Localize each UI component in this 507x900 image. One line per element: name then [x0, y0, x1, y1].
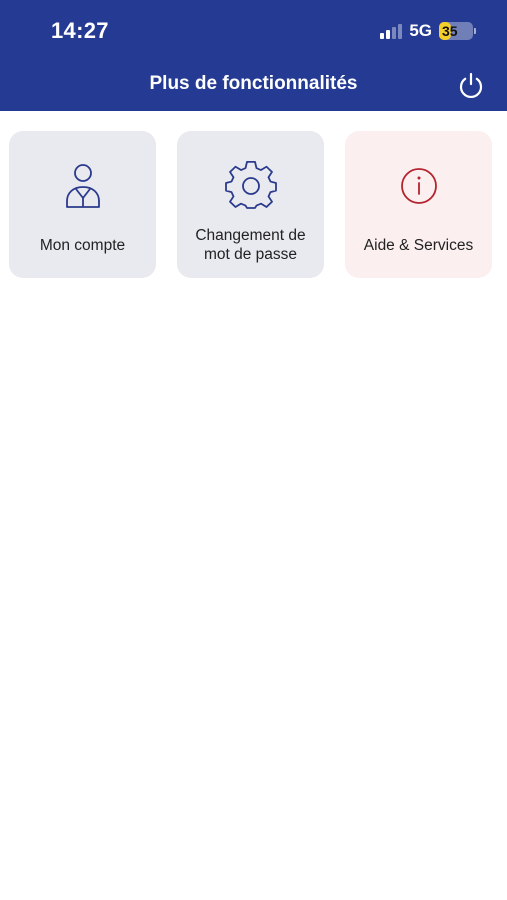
battery-nub — [474, 28, 476, 34]
tile-label: Aide & Services — [363, 236, 474, 254]
battery-level: 35 — [442, 23, 458, 39]
tile-changement-mot-de-passe[interactable]: Changement de mot de passe — [177, 131, 324, 278]
tile-label: Changement de mot de passe — [195, 227, 306, 263]
status-time: 14:27 — [51, 18, 109, 43]
gear-icon — [224, 160, 277, 212]
user-icon — [57, 160, 109, 212]
tile-mon-compte[interactable]: Mon compte — [9, 131, 156, 278]
power-icon — [459, 72, 483, 99]
tile-aide-services[interactable]: Aide & Services — [345, 131, 492, 278]
status-indicators: 5G 35 — [380, 20, 476, 42]
tile-label: Mon compte — [39, 236, 126, 254]
power-button[interactable] — [457, 71, 485, 99]
network-type: 5G — [409, 21, 432, 40]
info-icon — [393, 160, 445, 212]
top-bar: 14:27 5G 35 Plus de fonctionnalités — [0, 0, 507, 111]
page-title: Plus de fonctionnalités — [149, 73, 358, 94]
battery-icon: 35 — [439, 22, 476, 40]
cellular-signal-icon — [380, 23, 403, 39]
